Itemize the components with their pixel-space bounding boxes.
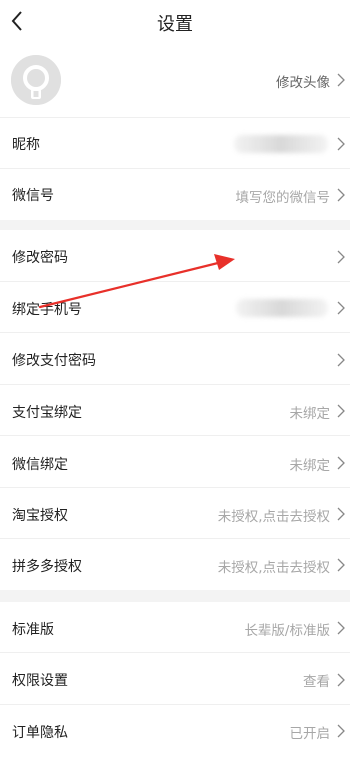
chevron-right-icon: [337, 250, 345, 264]
avatar[interactable]: [11, 55, 61, 105]
change-password-row[interactable]: 修改密码: [0, 230, 350, 282]
chevron-right-icon: [337, 404, 345, 418]
order-privacy-label: 订单隐私: [12, 725, 68, 741]
change-pay-password-row[interactable]: 修改支付密码: [0, 333, 350, 385]
edition-label: 标准版: [12, 622, 54, 638]
chevron-right-icon: [337, 353, 345, 367]
chevron-right-icon: [337, 137, 345, 151]
taobao-auth-label: 淘宝授权: [12, 508, 68, 524]
taobao-auth-status: 未授权,点击去授权: [217, 509, 330, 525]
chevron-right-icon: [337, 188, 345, 202]
chevron-right-icon: [337, 724, 345, 738]
wechat-bind-status: 未绑定: [289, 458, 331, 474]
order-privacy-row[interactable]: 订单隐私 已开启: [0, 705, 350, 758]
wechat-id-placeholder: 填写您的微信号: [235, 190, 331, 206]
alipay-bind-status: 未绑定: [289, 406, 331, 422]
permissions-row[interactable]: 权限设置 查看: [0, 653, 350, 705]
blurred-nickname: [234, 135, 328, 153]
pdd-auth-label: 拼多多授权: [12, 559, 82, 575]
bind-phone-label: 绑定手机号: [12, 302, 82, 318]
change-pay-password-label: 修改支付密码: [12, 353, 96, 369]
nickname-label: 昵称: [12, 137, 40, 153]
chevron-right-icon: [337, 558, 345, 572]
alipay-bind-label: 支付宝绑定: [12, 405, 82, 421]
permissions-value: 查看: [303, 674, 330, 690]
permissions-label: 权限设置: [12, 673, 68, 689]
page-title: 设置: [157, 14, 193, 35]
chevron-right-icon: [337, 621, 345, 635]
default-avatar-icon: [11, 55, 61, 105]
taobao-auth-row[interactable]: 淘宝授权 未授权,点击去授权: [0, 488, 350, 539]
change-avatar-label: 修改头像: [276, 75, 330, 91]
alipay-bind-row[interactable]: 支付宝绑定 未绑定: [0, 385, 350, 436]
bind-phone-row[interactable]: 绑定手机号: [0, 282, 350, 333]
chevron-right-icon: [337, 507, 345, 521]
section-separator: [0, 220, 350, 230]
nav-bar: 设置: [0, 0, 350, 44]
chevron-right-icon: [337, 673, 345, 687]
pdd-auth-row[interactable]: 拼多多授权 未授权,点击去授权: [0, 539, 350, 590]
wechat-id-label: 微信号: [12, 188, 54, 204]
chevron-right-icon: [337, 301, 345, 315]
wechat-bind-label: 微信绑定: [12, 457, 68, 473]
pdd-auth-status: 未授权,点击去授权: [217, 560, 330, 576]
wechat-bind-row[interactable]: 微信绑定 未绑定: [0, 436, 350, 488]
avatar-row[interactable]: 修改头像: [0, 44, 350, 118]
chevron-right-icon: [337, 456, 345, 470]
change-password-label: 修改密码: [12, 250, 68, 266]
edition-row[interactable]: 标准版 长辈版/标准版: [0, 602, 350, 653]
chevron-right-icon: [337, 73, 345, 87]
nickname-row[interactable]: 昵称: [0, 118, 350, 169]
section-separator: [0, 590, 350, 602]
blurred-phone-number: [236, 299, 328, 317]
order-privacy-value: 已开启: [289, 726, 331, 742]
edition-value: 长辈版/标准版: [244, 623, 330, 639]
wechat-id-row[interactable]: 微信号 填写您的微信号: [0, 169, 350, 220]
